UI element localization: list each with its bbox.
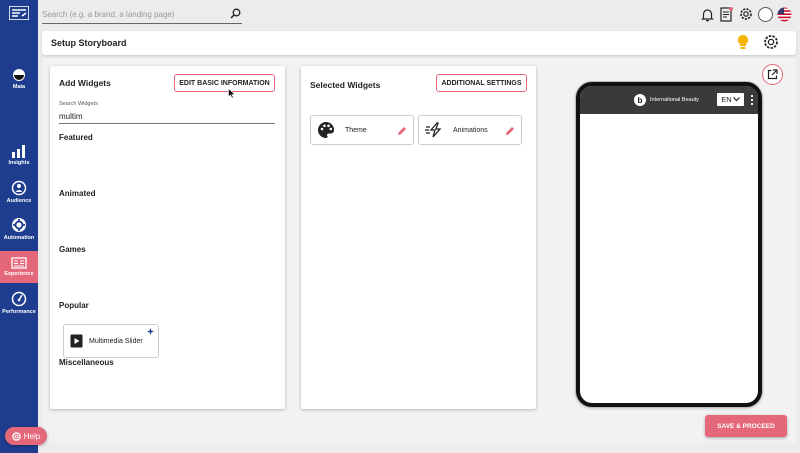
section-games: Games <box>59 245 86 254</box>
help-label: Help <box>23 431 41 441</box>
storyboard-workspace: Add Widgets EDIT BASIC INFORMATION Searc… <box>42 58 796 443</box>
page-header: Setup Storyboard <box>42 31 796 55</box>
search-icon[interactable] <box>230 8 241 19</box>
us-flag-icon[interactable] <box>777 7 792 22</box>
app-logo-icon[interactable] <box>9 6 29 20</box>
section-animated: Animated <box>59 189 96 198</box>
more-menu-icon[interactable] <box>750 94 754 106</box>
section-featured: Featured <box>59 133 93 142</box>
language-select[interactable]: EN <box>717 93 744 106</box>
bar-chart-icon <box>12 145 25 158</box>
palette-icon <box>318 121 335 138</box>
help-lifebuoy-icon <box>11 431 21 441</box>
chevron-down-icon <box>732 97 740 102</box>
preview-brand: b International Beauty <box>634 94 699 106</box>
settings-gear-icon[interactable] <box>762 33 780 51</box>
profile-circle-icon[interactable] <box>758 6 773 22</box>
open-preview-button[interactable] <box>762 64 783 85</box>
brand-name: International Beauty <box>650 97 699 103</box>
sidebar-item-label: Insights <box>8 160 30 166</box>
search-widgets-label: Search Widgets <box>59 101 98 107</box>
selected-widget-label: Theme <box>345 126 367 134</box>
selected-widgets-title: Selected Widgets <box>310 80 381 90</box>
top-icons <box>700 6 792 22</box>
edit-pencil-icon[interactable] <box>397 126 407 136</box>
selected-widget-label: Animations <box>453 126 488 134</box>
sidebar: Maia Insights Audience Automation Experi… <box>0 0 38 453</box>
sparkle-icon <box>147 328 154 335</box>
multimedia-slider-icon <box>70 334 83 348</box>
multimedia-slider-label: Multimedia Slider <box>89 337 143 345</box>
clipboard-icon[interactable] <box>719 6 734 22</box>
section-miscellaneous: Miscellaneous <box>59 358 114 367</box>
language-value: EN <box>721 95 732 104</box>
animation-bolt-icon <box>425 122 442 138</box>
global-search-input[interactable]: Search (e.g. a brand, a landing page) <box>42 7 242 24</box>
add-widgets-title: Add Widgets <box>59 78 111 88</box>
automation-gear-icon <box>12 218 26 232</box>
maia-icon <box>13 69 25 81</box>
edit-pencil-icon[interactable] <box>505 126 515 136</box>
sidebar-item-label: Performance <box>2 309 36 315</box>
mobile-preview: b International Beauty EN <box>576 82 762 407</box>
preview-header: b International Beauty EN <box>580 86 758 114</box>
sidebar-item-label: Maia <box>12 84 26 90</box>
sidebar-item-insights[interactable]: Insights <box>0 144 38 166</box>
sidebar-item-maia[interactable]: Maia <box>0 68 38 90</box>
sidebar-item-label: Experience <box>4 271 34 277</box>
add-widgets-panel: Add Widgets EDIT BASIC INFORMATION Searc… <box>50 66 285 409</box>
edit-basic-information-button[interactable]: EDIT BASIC INFORMATION <box>174 74 275 92</box>
help-button[interactable]: Help <box>5 427 47 445</box>
audience-icon <box>11 180 27 196</box>
brand-logo-icon: b <box>634 94 646 106</box>
selected-widgets-panel: Selected Widgets ADDITIONAL SETTINGS The… <box>301 66 536 409</box>
save-and-proceed-button[interactable]: SAVE & PROCEED <box>705 415 787 437</box>
page-title: Setup Storyboard <box>51 38 127 48</box>
section-popular: Popular <box>59 301 89 310</box>
lightbulb-icon[interactable] <box>736 34 750 51</box>
top-bar: Search (e.g. a brand, a landing page) <box>38 0 800 30</box>
experience-card-icon <box>11 257 27 269</box>
bell-icon[interactable] <box>700 7 715 22</box>
sidebar-item-audience[interactable]: Audience <box>0 180 38 204</box>
search-widgets-input[interactable]: multim <box>59 110 275 124</box>
sidebar-item-automation[interactable]: Automation <box>0 217 38 241</box>
multimedia-slider-widget[interactable]: Multimedia Slider <box>63 324 159 358</box>
sidebar-item-label: Audience <box>6 198 32 204</box>
gear-icon[interactable] <box>738 6 754 22</box>
selected-widget-animations[interactable]: Animations <box>418 115 522 145</box>
sidebar-item-performance[interactable]: Performance <box>0 291 38 315</box>
additional-settings-button[interactable]: ADDITIONAL SETTINGS <box>436 74 527 92</box>
sidebar-item-experience[interactable]: Experience <box>0 251 38 283</box>
mouse-cursor-icon <box>228 88 236 99</box>
selected-widget-theme[interactable]: Theme <box>310 115 414 145</box>
external-link-icon <box>767 69 778 80</box>
sidebar-item-label: Automation <box>3 235 35 241</box>
gauge-icon <box>11 291 27 307</box>
